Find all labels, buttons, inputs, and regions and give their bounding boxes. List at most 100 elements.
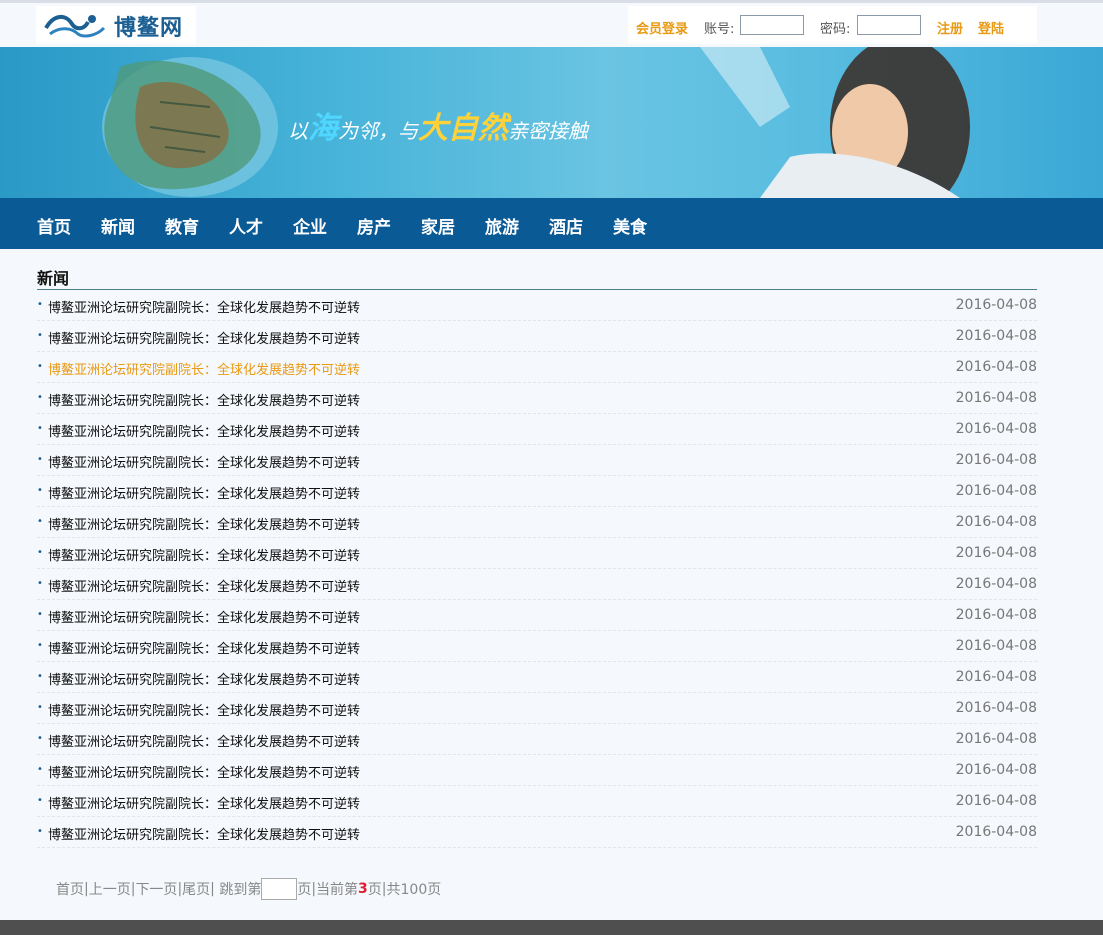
register-link[interactable]: 注册 [937, 18, 963, 37]
slogan-part-2: 海 [308, 111, 338, 146]
bullet-icon: • [37, 361, 43, 372]
pager-last[interactable]: 尾页 [182, 882, 210, 898]
news-row: • 博鳌亚洲论坛研究院副院长：全球化发展趋势不可逆转 2016-04-08 [37, 383, 1037, 414]
nav-item-realestate[interactable]: 房产 [357, 213, 391, 238]
news-date: 2016-04-08 [955, 824, 1037, 840]
site-logo[interactable]: 博鳌网 [36, 6, 196, 44]
news-date: 2016-04-08 [955, 483, 1037, 499]
wave-logo-icon [44, 15, 106, 38]
signin-link[interactable]: 登陆 [978, 18, 1004, 37]
password-input[interactable] [857, 15, 921, 35]
login-bar: 会员登录 账号: 密码: 注册 登陆 [628, 6, 1037, 44]
bullet-icon: • [37, 547, 43, 558]
pager-first[interactable]: 首页 [56, 882, 84, 898]
news-row: • 博鳌亚洲论坛研究院副院长：全球化发展趋势不可逆转 2016-04-08 [37, 817, 1037, 848]
bullet-icon: • [37, 764, 43, 775]
news-date: 2016-04-08 [955, 514, 1037, 530]
bullet-icon: • [37, 702, 43, 713]
bullet-icon: • [37, 826, 43, 837]
bullet-icon: • [37, 795, 43, 806]
news-date: 2016-04-08 [955, 607, 1037, 623]
pager-separator: | [210, 881, 215, 897]
pager-jump-suffix: 页 [297, 882, 312, 898]
banner-slogan: 以海为邻，与大自然亲密接触 [288, 103, 588, 147]
section-title: 新闻 [37, 269, 70, 288]
nav-item-travel[interactable]: 旅游 [485, 213, 519, 238]
pager-current-prefix: 当前第 [316, 882, 359, 898]
pager-total: 共100页 [386, 882, 442, 898]
news-row: • 博鳌亚洲论坛研究院副院长：全球化发展趋势不可逆转 2016-04-08 [37, 414, 1037, 445]
news-title-link[interactable]: 博鳌亚洲论坛研究院副院长：全球化发展趋势不可逆转 [48, 700, 360, 719]
news-title-link[interactable]: 博鳌亚洲论坛研究院副院长：全球化发展趋势不可逆转 [48, 762, 360, 781]
news-date: 2016-04-08 [955, 576, 1037, 592]
pager-jump-prefix: 跳到第 [219, 882, 262, 898]
news-title-link[interactable]: 博鳌亚洲论坛研究院副院长：全球化发展趋势不可逆转 [48, 607, 360, 626]
nav-item-food[interactable]: 美食 [613, 213, 647, 238]
news-title-link[interactable]: 博鳌亚洲论坛研究院副院长：全球化发展趋势不可逆转 [48, 421, 360, 440]
page-footer [0, 920, 1103, 935]
slogan-part-1: 以 [288, 119, 308, 143]
news-title-link[interactable]: 博鳌亚洲论坛研究院副院长：全球化发展趋势不可逆转 [48, 297, 360, 316]
news-title-link[interactable]: 博鳌亚洲论坛研究院副院长：全球化发展趋势不可逆转 [48, 390, 360, 409]
news-row: • 博鳌亚洲论坛研究院副院长：全球化发展趋势不可逆转 2016-04-08 [37, 693, 1037, 724]
news-row: • 博鳌亚洲论坛研究院副院长：全球化发展趋势不可逆转 2016-04-08 [37, 290, 1037, 321]
news-title-link[interactable]: 博鳌亚洲论坛研究院副院长：全球化发展趋势不可逆转 [48, 638, 360, 657]
news-date: 2016-04-08 [955, 421, 1037, 437]
news-title-link[interactable]: 博鳌亚洲论坛研究院副院长：全球化发展趋势不可逆转 [48, 576, 360, 595]
news-date: 2016-04-08 [955, 793, 1037, 809]
bullet-icon: • [37, 733, 43, 744]
news-date: 2016-04-08 [955, 545, 1037, 561]
bullet-icon: • [37, 454, 43, 465]
news-title-link[interactable]: 博鳌亚洲论坛研究院副院长：全球化发展趋势不可逆转 [48, 359, 360, 378]
hero-banner: 以海为邻，与大自然亲密接触 [0, 47, 1103, 198]
account-label: 账号: [704, 22, 735, 37]
bullet-icon: • [37, 423, 43, 434]
account-input[interactable] [740, 15, 804, 35]
news-title-link[interactable]: 博鳌亚洲论坛研究院副院长：全球化发展趋势不可逆转 [48, 483, 360, 502]
news-title-link[interactable]: 博鳌亚洲论坛研究院副院长：全球化发展趋势不可逆转 [48, 669, 360, 688]
bullet-icon: • [37, 330, 43, 341]
news-title-link[interactable]: 博鳌亚洲论坛研究院副院长：全球化发展趋势不可逆转 [48, 452, 360, 471]
nav-item-hotel[interactable]: 酒店 [549, 213, 583, 238]
pager-prev[interactable]: 上一页 [89, 882, 131, 898]
news-date: 2016-04-08 [955, 638, 1037, 654]
news-list: • 博鳌亚洲论坛研究院副院长：全球化发展趋势不可逆转 2016-04-08 • 博鳌亚洲… [37, 290, 1037, 848]
news-row: • 博鳌亚洲论坛研究院副院长：全球化发展趋势不可逆转 2016-04-08 [37, 538, 1037, 569]
news-date: 2016-04-08 [955, 297, 1037, 313]
pager-next[interactable]: 下一页 [135, 882, 177, 898]
nav-item-talent[interactable]: 人才 [229, 213, 263, 238]
pagination: 首页|上一页|下一页|尾页| 跳到第 页|当前第3页|共100页 [56, 878, 441, 900]
bullet-icon: • [37, 485, 43, 496]
nav-item-home-furnishing[interactable]: 家居 [421, 213, 455, 238]
news-title-link[interactable]: 博鳌亚洲论坛研究院副院长：全球化发展趋势不可逆转 [48, 793, 360, 812]
bullet-icon: • [37, 516, 43, 527]
nav-item-home[interactable]: 首页 [37, 213, 71, 238]
news-title-link[interactable]: 博鳌亚洲论坛研究院副院长：全球化发展趋势不可逆转 [48, 514, 360, 533]
news-date: 2016-04-08 [955, 328, 1037, 344]
main-nav: 首页 新闻 教育 人才 企业 房产 家居 旅游 酒店 美食 [0, 198, 1103, 249]
news-title-link[interactable]: 博鳌亚洲论坛研究院副院长：全球化发展趋势不可逆转 [48, 731, 360, 750]
nav-item-enterprise[interactable]: 企业 [293, 213, 327, 238]
nav-item-education[interactable]: 教育 [165, 213, 199, 238]
bullet-icon: • [37, 578, 43, 589]
pager-current-suffix: 页 [367, 882, 382, 898]
news-date: 2016-04-08 [955, 762, 1037, 778]
news-date: 2016-04-08 [955, 700, 1037, 716]
news-title-link[interactable]: 博鳌亚洲论坛研究院副院长：全球化发展趋势不可逆转 [48, 545, 360, 564]
news-title-link[interactable]: 博鳌亚洲论坛研究院副院长：全球化发展趋势不可逆转 [48, 328, 360, 347]
news-date: 2016-04-08 [955, 669, 1037, 685]
nav-item-news[interactable]: 新闻 [101, 213, 135, 238]
bullet-icon: • [37, 640, 43, 651]
news-date: 2016-04-08 [955, 359, 1037, 375]
bullet-icon: • [37, 609, 43, 620]
news-row: • 博鳌亚洲论坛研究院副院长：全球化发展趋势不可逆转 2016-04-08 [37, 507, 1037, 538]
bullet-icon: • [37, 299, 43, 310]
pager-current-page: 3 [358, 881, 368, 897]
news-title-link[interactable]: 博鳌亚洲论坛研究院副院长：全球化发展趋势不可逆转 [48, 824, 360, 843]
pager-jump-input[interactable] [261, 878, 298, 900]
news-row: • 博鳌亚洲论坛研究院副院长：全球化发展趋势不可逆转 2016-04-08 [37, 445, 1037, 476]
bullet-icon: • [37, 392, 43, 403]
news-row: • 博鳌亚洲论坛研究院副院长：全球化发展趋势不可逆转 2016-04-08 [37, 321, 1037, 352]
logo-text: 博鳌网 [114, 16, 184, 41]
news-date: 2016-04-08 [955, 731, 1037, 747]
